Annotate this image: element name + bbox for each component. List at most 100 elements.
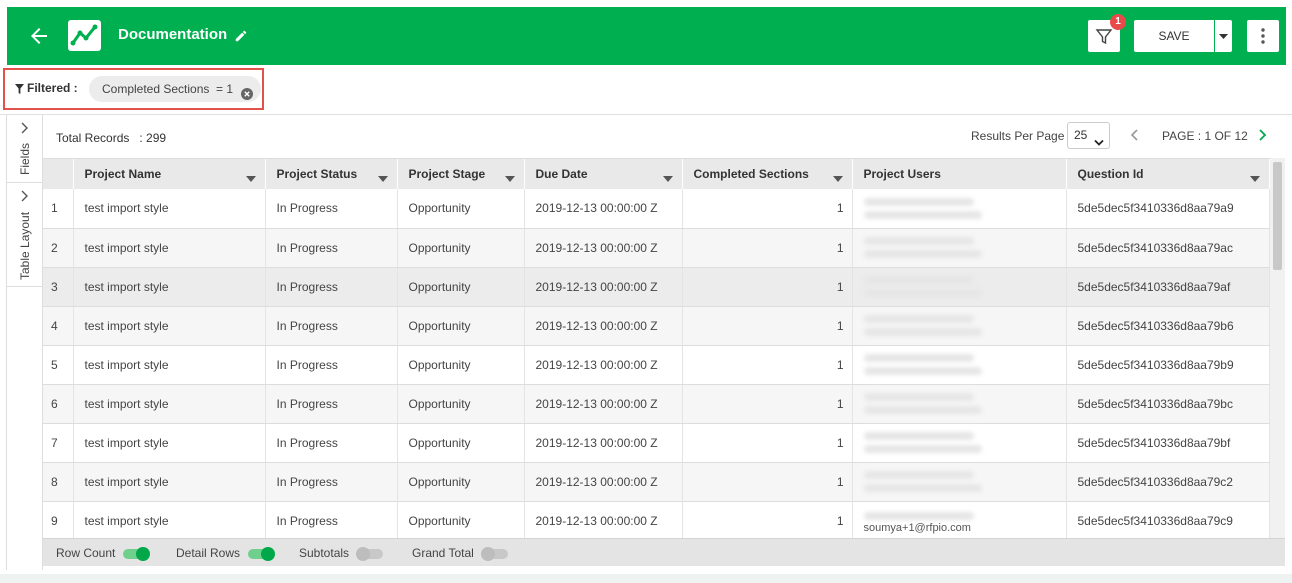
question-id-cell[interactable]: 5de5dec5f3410336d8aa79c2 — [1066, 462, 1270, 502]
due-date-cell[interactable]: 2019-12-13 00:00:00 Z — [524, 345, 683, 385]
row-number-cell[interactable]: 7 — [43, 423, 74, 463]
vertical-scrollbar[interactable] — [1270, 158, 1285, 538]
question-id-cell[interactable]: 5de5dec5f3410336d8aa79b9 — [1066, 345, 1270, 385]
project-users-cell[interactable] — [852, 462, 1067, 502]
tab-fields[interactable]: Fields — [7, 115, 43, 183]
project-name-cell[interactable]: test import style — [73, 306, 266, 346]
project-status-cell[interactable]: In Progress — [265, 306, 398, 346]
toggle-switch[interactable] — [480, 547, 508, 561]
completed-sections-cell[interactable]: 1 — [682, 267, 853, 307]
project-name-cell[interactable]: test import style — [73, 345, 266, 385]
project-status-cell[interactable]: In Progress — [265, 228, 398, 268]
question-id-cell[interactable]: 5de5dec5f3410336d8aa79c9 — [1066, 501, 1270, 538]
project-users-cell[interactable] — [852, 384, 1067, 424]
column-header[interactable]: Project Name — [73, 159, 266, 189]
table-row[interactable]: 1 test import style In Progress Opportunity… — [43, 189, 1270, 229]
previous-page-button[interactable] — [1129, 128, 1141, 145]
project-status-cell[interactable]: In Progress — [265, 345, 398, 385]
table-row[interactable]: 8 test import style In Progress Opportunity… — [43, 462, 1270, 502]
tab-table-layout[interactable]: Table Layout — [7, 183, 43, 287]
completed-sections-cell[interactable]: 1 — [682, 423, 853, 463]
project-status-cell[interactable]: In Progress — [265, 267, 398, 307]
completed-sections-cell[interactable]: 1 — [682, 501, 853, 538]
project-stage-cell[interactable]: Opportunity — [397, 189, 525, 229]
table-row[interactable]: 5 test import style In Progress Opportunity… — [43, 345, 1270, 385]
question-id-cell[interactable]: 5de5dec5f3410336d8aa79bc — [1066, 384, 1270, 424]
due-date-cell[interactable]: 2019-12-13 00:00:00 Z — [524, 501, 683, 538]
project-stage-cell[interactable]: Opportunity — [397, 384, 525, 424]
filter-chip-completed-sections[interactable]: Completed Sections = 1 — [89, 76, 262, 102]
project-name-cell[interactable]: test import style — [73, 189, 266, 229]
save-dropdown-button[interactable] — [1215, 20, 1232, 52]
back-arrow-icon[interactable] — [27, 24, 51, 48]
table-row[interactable]: 4 test import style In Progress Opportunity… — [43, 306, 1270, 346]
subtotals-toggle[interactable]: Subtotals — [299, 546, 384, 561]
question-id-cell[interactable]: 5de5dec5f3410336d8aa79af — [1066, 267, 1270, 307]
completed-sections-cell[interactable]: 1 — [682, 462, 853, 502]
completed-sections-cell[interactable]: 1 — [682, 228, 853, 268]
column-header[interactable]: Project Users — [852, 159, 1067, 189]
due-date-cell[interactable]: 2019-12-13 00:00:00 Z — [524, 462, 683, 502]
row-number-cell[interactable]: 1 — [43, 189, 74, 229]
toggle-switch[interactable] — [248, 547, 276, 561]
project-users-cell[interactable] — [852, 189, 1067, 229]
detail-rows-toggle[interactable]: Detail Rows — [176, 546, 276, 561]
scrollbar-thumb[interactable] — [1273, 162, 1282, 270]
project-users-cell[interactable] — [852, 306, 1067, 346]
due-date-cell[interactable]: 2019-12-13 00:00:00 Z — [524, 423, 683, 463]
question-id-cell[interactable]: 5de5dec5f3410336d8aa79bf — [1066, 423, 1270, 463]
row-number-cell[interactable]: 5 — [43, 345, 74, 385]
project-status-cell[interactable]: In Progress — [265, 501, 398, 538]
column-header[interactable]: Project Stage — [397, 159, 525, 189]
table-row[interactable]: 2 test import style In Progress Opportunity… — [43, 228, 1270, 268]
caret-down-icon[interactable] — [1249, 171, 1260, 185]
project-stage-cell[interactable]: Opportunity — [397, 345, 525, 385]
project-status-cell[interactable]: In Progress — [265, 423, 398, 463]
results-per-page-select[interactable]: 25 — [1067, 122, 1110, 149]
row-number-cell[interactable]: 4 — [43, 306, 74, 346]
table-row[interactable]: 9 test import style In Progress Opportunity… — [43, 501, 1270, 538]
project-status-cell[interactable]: In Progress — [265, 462, 398, 502]
toggle-switch[interactable] — [123, 547, 151, 561]
column-header[interactable]: Question Id — [1066, 159, 1270, 189]
toggle-switch[interactable] — [356, 547, 384, 561]
table-row[interactable]: 7 test import style In Progress Opportunity… — [43, 423, 1270, 463]
project-stage-cell[interactable]: Opportunity — [397, 462, 525, 502]
next-page-button[interactable] — [1256, 128, 1268, 145]
project-stage-cell[interactable]: Opportunity — [397, 228, 525, 268]
grand-total-toggle[interactable]: Grand Total — [412, 546, 508, 561]
project-name-cell[interactable]: test import style — [73, 228, 266, 268]
project-status-cell[interactable]: In Progress — [265, 384, 398, 424]
project-name-cell[interactable]: test import style — [73, 423, 266, 463]
due-date-cell[interactable]: 2019-12-13 00:00:00 Z — [524, 189, 683, 229]
project-status-cell[interactable]: In Progress — [265, 189, 398, 229]
pencil-icon[interactable] — [234, 29, 248, 43]
row-number-cell[interactable]: 8 — [43, 462, 74, 502]
project-users-cell[interactable] — [852, 267, 1067, 307]
table-row[interactable]: 3 test import style In Progress Opportunity… — [43, 267, 1270, 307]
project-stage-cell[interactable]: Opportunity — [397, 267, 525, 307]
row-number-cell[interactable]: 3 — [43, 267, 74, 307]
project-users-cell[interactable]: soumya+1@rfpio.com — [852, 501, 1067, 538]
project-name-cell[interactable]: test import style — [73, 462, 266, 502]
completed-sections-cell[interactable]: 1 — [682, 189, 853, 229]
caret-down-icon[interactable] — [662, 171, 673, 185]
project-users-cell[interactable] — [852, 423, 1067, 463]
caret-down-icon[interactable] — [504, 171, 515, 185]
due-date-cell[interactable]: 2019-12-13 00:00:00 Z — [524, 228, 683, 268]
column-header[interactable]: Due Date — [524, 159, 683, 189]
row-number-cell[interactable]: 2 — [43, 228, 74, 268]
question-id-cell[interactable]: 5de5dec5f3410336d8aa79b6 — [1066, 306, 1270, 346]
table-row[interactable]: 6 test import style In Progress Opportunity… — [43, 384, 1270, 424]
due-date-cell[interactable]: 2019-12-13 00:00:00 Z — [524, 306, 683, 346]
row-number-cell[interactable]: 6 — [43, 384, 74, 424]
due-date-cell[interactable]: 2019-12-13 00:00:00 Z — [524, 267, 683, 307]
more-options-button[interactable] — [1247, 20, 1279, 52]
project-name-cell[interactable]: test import style — [73, 384, 266, 424]
completed-sections-cell[interactable]: 1 — [682, 306, 853, 346]
question-id-cell[interactable]: 5de5dec5f3410336d8aa79ac — [1066, 228, 1270, 268]
question-id-cell[interactable]: 5de5dec5f3410336d8aa79a9 — [1066, 189, 1270, 229]
save-button[interactable]: SAVE — [1134, 20, 1214, 52]
row-number-cell[interactable]: 9 — [43, 501, 74, 538]
project-name-cell[interactable]: test import style — [73, 267, 266, 307]
